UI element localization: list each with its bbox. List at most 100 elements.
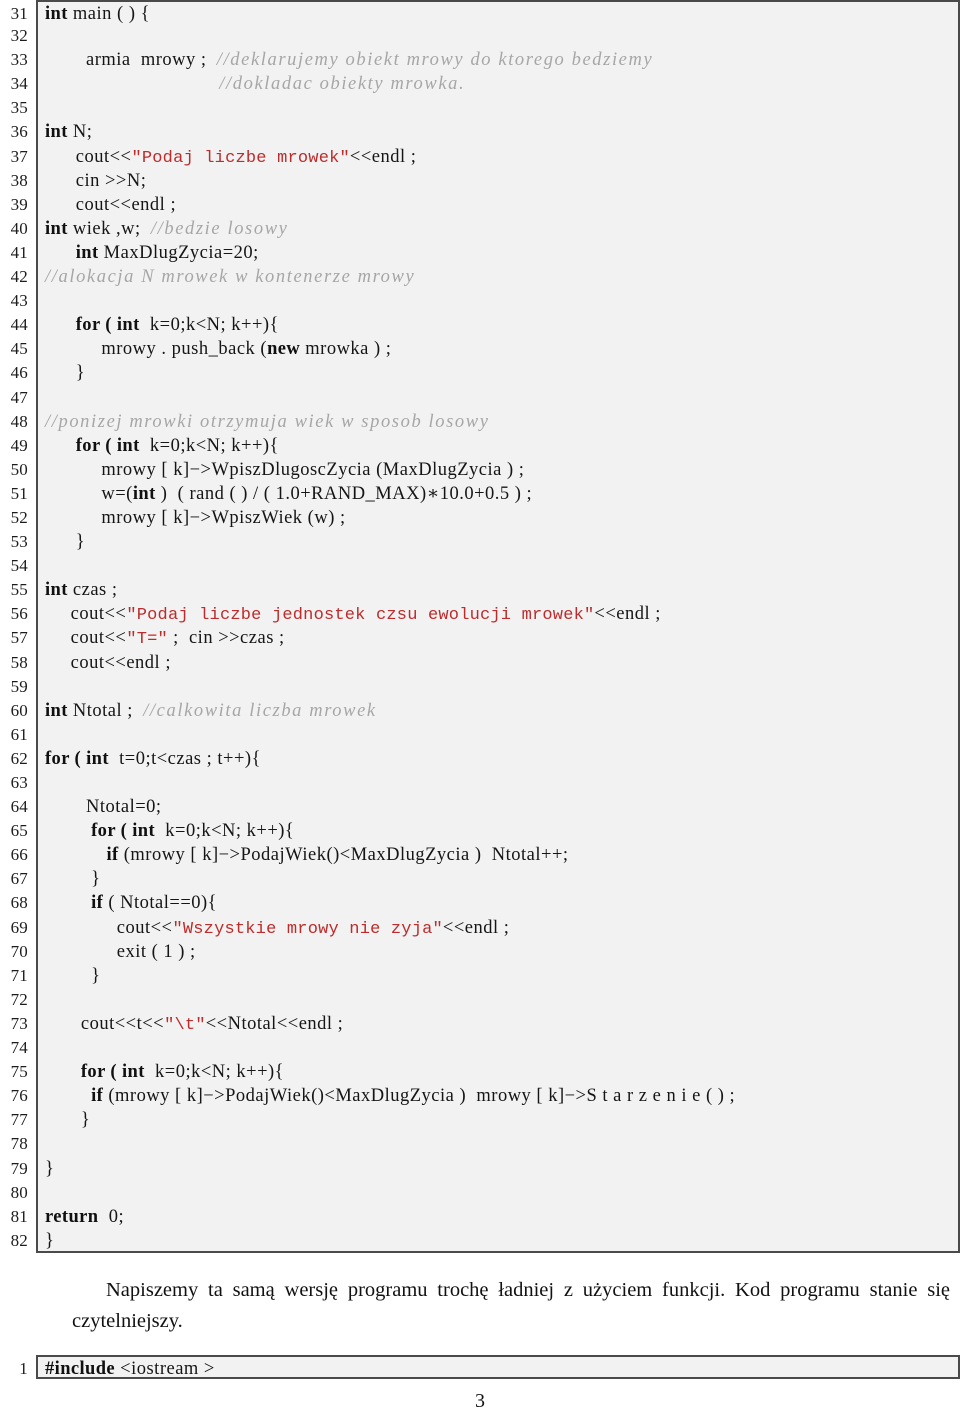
line-number: 58 xyxy=(10,652,28,672)
code-line: 65 for ( int k=0;k<N; k++){ xyxy=(0,819,960,844)
code-line: 57 cout<<"T=" ; cin >>czas ; xyxy=(0,626,960,651)
code-identifier: armia mrowy ; xyxy=(45,50,217,71)
code-line-content: if (mrowy [ k]−>PodajWiek()<MaxDlugZycia… xyxy=(36,843,960,868)
code-identifier: k=0;k<N; k++){ xyxy=(144,1062,285,1083)
code-identifier: } xyxy=(45,869,101,890)
code-line: 69 cout<<"Wszystkie mrowy nie zyja"<<end… xyxy=(0,915,960,940)
line-number: 39 xyxy=(10,194,28,214)
code-identifier: ; cin >>czas ; xyxy=(167,628,285,649)
code-line-content: w=(int ) ( rand ( ) / ( 1.0+RAND_MAX)∗10… xyxy=(36,481,960,506)
code-line-content: mrowy [ k]−>WpiszDlugoscZycia (MaxDlugZy… xyxy=(36,457,960,482)
line-number: 32 xyxy=(10,26,28,46)
code-identifier: cin >>N; xyxy=(45,170,147,191)
code-identifier: k=0;k<N; k++){ xyxy=(139,435,279,456)
code-line: 33 armia mrowy ; //deklarujemy obiekt mr… xyxy=(0,48,960,73)
code-line-content: //alokacja N mrowek w kontenerze mrowy xyxy=(36,265,960,290)
code-line: 66 if (mrowy [ k]−>PodajWiek()<MaxDlugZy… xyxy=(0,843,960,868)
code-line: 81 return 0; xyxy=(0,1204,960,1229)
line-number: 60 xyxy=(10,700,28,720)
code-line: 80 xyxy=(0,1180,960,1205)
code-identifier: <<endl ; xyxy=(442,917,510,938)
code-identifier: MaxDlugZycia=20; xyxy=(98,242,259,263)
code-line-content: for ( int t=0;t<czas ; t++){ xyxy=(36,746,960,771)
code-line: 47 xyxy=(0,385,960,410)
code-line-content: cout<<t<<"\t"<<Ntotal<<endl ; xyxy=(36,1011,960,1037)
code-line: 55 int czas ; xyxy=(0,578,960,603)
code-line-content: cout<<"Podaj liczbe mrowek"<<endl ; xyxy=(36,144,960,169)
code-string-literal: "Wszystkie mrowy nie zyja" xyxy=(172,919,443,939)
code-identifier: w=( xyxy=(45,483,133,504)
code-keyword: int xyxy=(45,700,68,721)
line-number: 62 xyxy=(10,748,28,768)
code-identifier: <<Ntotal<<endl ; xyxy=(205,1013,344,1034)
code-line-content xyxy=(36,96,960,121)
code-line-content: Ntotal=0; xyxy=(36,795,960,820)
code-keyword: #include xyxy=(45,1358,116,1379)
line-number: 69 xyxy=(10,917,28,937)
code-line: 75 for ( int k=0;k<N; k++){ xyxy=(0,1060,960,1085)
code-identifier: (mrowy [ k]−>PodajWiek()<MaxDlugZycia ) … xyxy=(103,1086,736,1107)
code-line: 44 for ( int k=0;k<N; k++){ xyxy=(0,313,960,338)
code-identifier xyxy=(45,1062,81,1082)
code-line-content: armia mrowy ; //deklarujemy obiekt mrowy… xyxy=(36,48,960,73)
code-line: 64 Ntotal=0; xyxy=(0,795,960,820)
code-line: 42 //alokacja N mrowek w kontenerze mrowy xyxy=(0,265,960,290)
line-number: 75 xyxy=(10,1062,28,1082)
line-number: 80 xyxy=(10,1182,28,1202)
code-line: 61 xyxy=(0,722,960,747)
code-line-content: } xyxy=(36,1228,960,1253)
code-identifier: 0; xyxy=(98,1206,125,1227)
code-line-content: for ( int k=0;k<N; k++){ xyxy=(36,1060,960,1085)
code-line: 60 int Ntotal ; //calkowita liczba mrowek xyxy=(0,698,960,723)
code-line-content: int N; xyxy=(36,120,960,145)
code-line-content: mrowy . push_back (new mrowka ) ; xyxy=(36,337,960,362)
code-keyword: int xyxy=(45,218,68,239)
code-identifier: } xyxy=(45,965,101,986)
code-listing-main: 31 int main ( ) {32 33 armia mrowy ; //de… xyxy=(0,0,960,1253)
code-line-content: int main ( ) { xyxy=(36,0,960,25)
code-line-content xyxy=(36,1180,960,1205)
code-string-literal: "\t" xyxy=(164,1015,206,1035)
code-identifier: exit ( 1 ) ; xyxy=(45,941,196,962)
code-identifier xyxy=(45,821,91,841)
code-line: 82} xyxy=(0,1228,960,1253)
code-identifier: } xyxy=(45,1158,55,1179)
code-line: 45 mrowy . push_back (new mrowka ) ; xyxy=(0,337,960,362)
code-line: 1 #include <iostream > xyxy=(0,1354,960,1379)
code-comment: //calkowita liczba mrowek xyxy=(143,700,377,721)
code-line-content: exit ( 1 ) ; xyxy=(36,939,960,964)
line-number: 35 xyxy=(10,98,28,118)
code-line-content: //dokladac obiekty mrowka. xyxy=(36,72,960,97)
line-number: 40 xyxy=(10,218,28,238)
code-comment: //deklarujemy obiekt mrowy do ktorego be… xyxy=(216,50,654,71)
code-line: 68 if ( Ntotal==0){ xyxy=(0,891,960,916)
line-number: 63 xyxy=(10,773,28,792)
line-number: 49 xyxy=(10,435,28,455)
code-line-content: cout<<"Podaj liczbe jednostek czsu ewolu… xyxy=(36,602,960,627)
code-keyword: if xyxy=(106,845,119,866)
code-line: 77 } xyxy=(0,1108,960,1133)
code-identifier: } xyxy=(45,363,86,384)
code-line: 70 exit ( 1 ) ; xyxy=(0,939,960,964)
code-line-content xyxy=(36,385,960,410)
code-identifier: cout<<t<< xyxy=(45,1013,165,1034)
code-line: 63 xyxy=(0,771,960,796)
code-line: 34 //dokladac obiekty mrowka. xyxy=(0,72,960,97)
code-identifier: mrowy [ k]−>WpiszDlugoscZycia (MaxDlugZy… xyxy=(45,459,525,480)
code-keyword: int xyxy=(45,122,68,143)
code-line: 78 xyxy=(0,1132,960,1157)
code-line-content xyxy=(36,24,960,49)
code-identifier: cout<< xyxy=(45,917,173,938)
code-identifier: cout<< xyxy=(45,146,132,167)
code-line-content: cout<<"T=" ; cin >>czas ; xyxy=(36,626,960,651)
code-string-literal: "Podaj liczbe mrowek" xyxy=(131,148,350,168)
code-identifier: main ( ) { xyxy=(67,4,150,24)
code-line: 73 cout<<t<<"\t"<<Ntotal<<endl ; xyxy=(0,1011,960,1037)
line-number: 47 xyxy=(10,387,28,407)
line-number: 52 xyxy=(10,507,28,527)
code-line-content xyxy=(36,722,960,747)
code-identifier: cout<<endl ; xyxy=(45,194,177,215)
code-keyword: int xyxy=(132,483,156,504)
code-keyword: if xyxy=(91,893,104,914)
code-keyword: for ( int xyxy=(75,315,140,336)
